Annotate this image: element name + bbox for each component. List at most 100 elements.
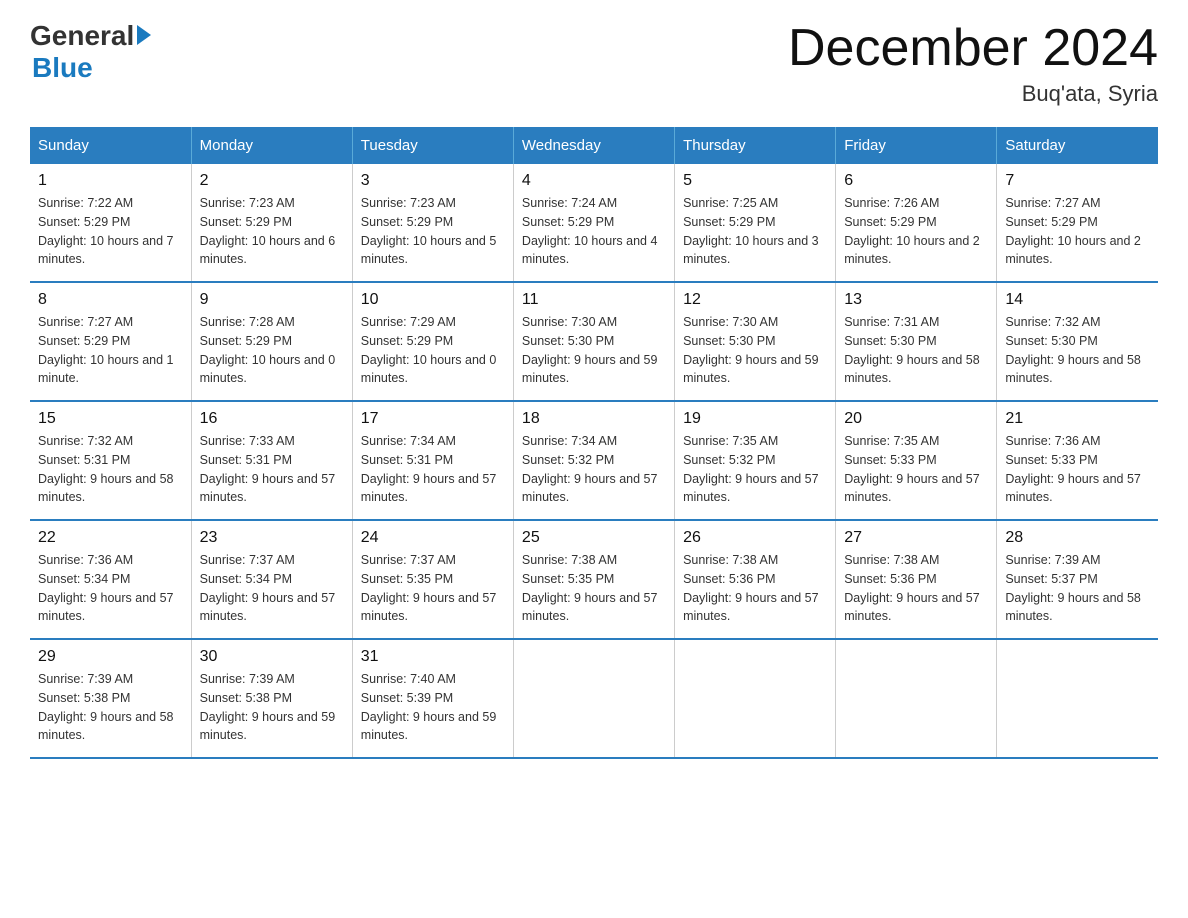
calendar-table: Sunday Monday Tuesday Wednesday Thursday… [30, 127, 1158, 759]
day-number: 2 [200, 172, 344, 190]
day-number: 17 [361, 410, 505, 428]
table-row: 9 Sunrise: 7:28 AM Sunset: 5:29 PM Dayli… [191, 282, 352, 401]
day-info: Sunrise: 7:30 AM Sunset: 5:30 PM Dayligh… [522, 313, 666, 388]
day-info: Sunrise: 7:28 AM Sunset: 5:29 PM Dayligh… [200, 313, 344, 388]
table-row [675, 639, 836, 758]
day-number: 20 [844, 410, 988, 428]
table-row: 24 Sunrise: 7:37 AM Sunset: 5:35 PM Dayl… [352, 520, 513, 639]
col-tuesday: Tuesday [352, 127, 513, 164]
table-row: 25 Sunrise: 7:38 AM Sunset: 5:35 PM Dayl… [513, 520, 674, 639]
col-saturday: Saturday [997, 127, 1158, 164]
day-info: Sunrise: 7:40 AM Sunset: 5:39 PM Dayligh… [361, 670, 505, 745]
col-wednesday: Wednesday [513, 127, 674, 164]
calendar-week-row: 15 Sunrise: 7:32 AM Sunset: 5:31 PM Dayl… [30, 401, 1158, 520]
table-row: 8 Sunrise: 7:27 AM Sunset: 5:29 PM Dayli… [30, 282, 191, 401]
day-number: 23 [200, 529, 344, 547]
col-monday: Monday [191, 127, 352, 164]
day-info: Sunrise: 7:27 AM Sunset: 5:29 PM Dayligh… [38, 313, 183, 388]
day-number: 19 [683, 410, 827, 428]
table-row [513, 639, 674, 758]
day-info: Sunrise: 7:23 AM Sunset: 5:29 PM Dayligh… [200, 194, 344, 269]
day-info: Sunrise: 7:22 AM Sunset: 5:29 PM Dayligh… [38, 194, 183, 269]
table-row: 23 Sunrise: 7:37 AM Sunset: 5:34 PM Dayl… [191, 520, 352, 639]
table-row: 2 Sunrise: 7:23 AM Sunset: 5:29 PM Dayli… [191, 164, 352, 282]
day-number: 5 [683, 172, 827, 190]
table-row: 5 Sunrise: 7:25 AM Sunset: 5:29 PM Dayli… [675, 164, 836, 282]
col-thursday: Thursday [675, 127, 836, 164]
calendar-week-row: 22 Sunrise: 7:36 AM Sunset: 5:34 PM Dayl… [30, 520, 1158, 639]
day-number: 7 [1005, 172, 1150, 190]
day-info: Sunrise: 7:31 AM Sunset: 5:30 PM Dayligh… [844, 313, 988, 388]
day-number: 12 [683, 291, 827, 309]
day-number: 26 [683, 529, 827, 547]
day-number: 9 [200, 291, 344, 309]
table-row: 28 Sunrise: 7:39 AM Sunset: 5:37 PM Dayl… [997, 520, 1158, 639]
table-row: 26 Sunrise: 7:38 AM Sunset: 5:36 PM Dayl… [675, 520, 836, 639]
day-info: Sunrise: 7:29 AM Sunset: 5:29 PM Dayligh… [361, 313, 505, 388]
day-number: 31 [361, 648, 505, 666]
day-number: 16 [200, 410, 344, 428]
calendar-week-row: 29 Sunrise: 7:39 AM Sunset: 5:38 PM Dayl… [30, 639, 1158, 758]
day-number: 13 [844, 291, 988, 309]
day-info: Sunrise: 7:30 AM Sunset: 5:30 PM Dayligh… [683, 313, 827, 388]
location-subtitle: Buq'ata, Syria [788, 81, 1158, 107]
table-row: 6 Sunrise: 7:26 AM Sunset: 5:29 PM Dayli… [836, 164, 997, 282]
table-row: 27 Sunrise: 7:38 AM Sunset: 5:36 PM Dayl… [836, 520, 997, 639]
logo-arrow-icon [137, 25, 151, 45]
day-number: 10 [361, 291, 505, 309]
day-number: 14 [1005, 291, 1150, 309]
logo-blue-text: Blue [32, 52, 93, 84]
month-year-title: December 2024 [788, 20, 1158, 77]
table-row: 31 Sunrise: 7:40 AM Sunset: 5:39 PM Dayl… [352, 639, 513, 758]
table-row: 15 Sunrise: 7:32 AM Sunset: 5:31 PM Dayl… [30, 401, 191, 520]
day-info: Sunrise: 7:32 AM Sunset: 5:30 PM Dayligh… [1005, 313, 1150, 388]
day-number: 1 [38, 172, 183, 190]
day-info: Sunrise: 7:36 AM Sunset: 5:34 PM Dayligh… [38, 551, 183, 626]
day-number: 21 [1005, 410, 1150, 428]
table-row [836, 639, 997, 758]
table-row: 30 Sunrise: 7:39 AM Sunset: 5:38 PM Dayl… [191, 639, 352, 758]
day-number: 18 [522, 410, 666, 428]
day-info: Sunrise: 7:34 AM Sunset: 5:32 PM Dayligh… [522, 432, 666, 507]
day-number: 22 [38, 529, 183, 547]
day-info: Sunrise: 7:39 AM Sunset: 5:38 PM Dayligh… [38, 670, 183, 745]
day-number: 4 [522, 172, 666, 190]
day-number: 25 [522, 529, 666, 547]
day-info: Sunrise: 7:37 AM Sunset: 5:34 PM Dayligh… [200, 551, 344, 626]
day-info: Sunrise: 7:26 AM Sunset: 5:29 PM Dayligh… [844, 194, 988, 269]
table-row: 16 Sunrise: 7:33 AM Sunset: 5:31 PM Dayl… [191, 401, 352, 520]
day-number: 15 [38, 410, 183, 428]
day-number: 3 [361, 172, 505, 190]
table-row: 11 Sunrise: 7:30 AM Sunset: 5:30 PM Dayl… [513, 282, 674, 401]
day-number: 11 [522, 291, 666, 309]
calendar-week-row: 8 Sunrise: 7:27 AM Sunset: 5:29 PM Dayli… [30, 282, 1158, 401]
day-info: Sunrise: 7:23 AM Sunset: 5:29 PM Dayligh… [361, 194, 505, 269]
table-row [997, 639, 1158, 758]
day-number: 30 [200, 648, 344, 666]
day-info: Sunrise: 7:39 AM Sunset: 5:38 PM Dayligh… [200, 670, 344, 745]
day-info: Sunrise: 7:38 AM Sunset: 5:35 PM Dayligh… [522, 551, 666, 626]
day-number: 27 [844, 529, 988, 547]
day-info: Sunrise: 7:36 AM Sunset: 5:33 PM Dayligh… [1005, 432, 1150, 507]
day-info: Sunrise: 7:38 AM Sunset: 5:36 PM Dayligh… [844, 551, 988, 626]
table-row: 20 Sunrise: 7:35 AM Sunset: 5:33 PM Dayl… [836, 401, 997, 520]
table-row: 12 Sunrise: 7:30 AM Sunset: 5:30 PM Dayl… [675, 282, 836, 401]
table-row: 22 Sunrise: 7:36 AM Sunset: 5:34 PM Dayl… [30, 520, 191, 639]
day-info: Sunrise: 7:27 AM Sunset: 5:29 PM Dayligh… [1005, 194, 1150, 269]
logo-general-text: General [30, 20, 134, 52]
calendar-header-row: Sunday Monday Tuesday Wednesday Thursday… [30, 127, 1158, 164]
table-row: 13 Sunrise: 7:31 AM Sunset: 5:30 PM Dayl… [836, 282, 997, 401]
col-sunday: Sunday [30, 127, 191, 164]
day-number: 28 [1005, 529, 1150, 547]
table-row: 29 Sunrise: 7:39 AM Sunset: 5:38 PM Dayl… [30, 639, 191, 758]
header: General Blue December 2024 Buq'ata, Syri… [30, 20, 1158, 107]
table-row: 7 Sunrise: 7:27 AM Sunset: 5:29 PM Dayli… [997, 164, 1158, 282]
day-number: 6 [844, 172, 988, 190]
day-info: Sunrise: 7:37 AM Sunset: 5:35 PM Dayligh… [361, 551, 505, 626]
day-info: Sunrise: 7:32 AM Sunset: 5:31 PM Dayligh… [38, 432, 183, 507]
table-row: 1 Sunrise: 7:22 AM Sunset: 5:29 PM Dayli… [30, 164, 191, 282]
col-friday: Friday [836, 127, 997, 164]
table-row: 19 Sunrise: 7:35 AM Sunset: 5:32 PM Dayl… [675, 401, 836, 520]
day-number: 29 [38, 648, 183, 666]
day-info: Sunrise: 7:39 AM Sunset: 5:37 PM Dayligh… [1005, 551, 1150, 626]
